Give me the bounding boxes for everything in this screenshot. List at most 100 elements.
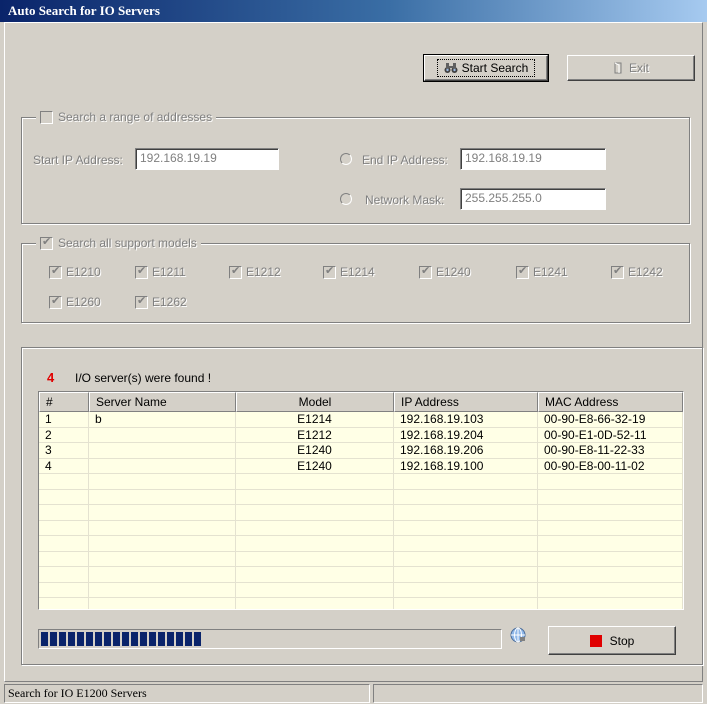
table-row[interactable]: 3 E1240 192.168.19.206 00-90-E8-11-22-33 [39,443,683,459]
model-label: E1262 [152,295,187,309]
model-label: E1260 [66,295,101,309]
status-pane-secondary [373,684,703,703]
stop-icon [589,634,602,647]
progress-block [77,632,84,646]
stop-label: Stop [609,633,635,648]
column-header-model[interactable]: Model [236,392,394,412]
model-checkbox-e1214[interactable]: E1214 [323,264,375,279]
table-row[interactable]: 4 E1240 192.168.19.100 00-90-E8-00-11-02 [39,458,683,474]
model-checkbox-e1241[interactable]: E1241 [516,264,568,279]
progress-block [95,632,102,646]
row-mac-address: 00-90-E8-66-32-19 [538,412,683,427]
table-row[interactable]: 2 E1212 192.168.19.204 00-90-E1-0D-52-11 [39,427,683,443]
checkbox-icon [419,264,432,279]
progress-block [194,632,201,646]
progress-block [68,632,75,646]
row-number: 4 [39,458,89,473]
start-search-button[interactable]: Start Search [423,54,549,82]
progress-block [104,632,111,646]
start-search-label: Start Search [461,61,529,75]
model-checkbox-e1260[interactable]: E1260 [49,294,101,309]
status-bar: Search for IO E1200 Servers [4,682,707,704]
empty-row [39,505,683,521]
row-number: 2 [39,427,89,442]
progress-block [140,632,147,646]
model-checkbox-e1211[interactable]: E1211 [135,264,186,279]
row-model: E1214 [236,412,394,427]
stop-button[interactable]: Stop [548,626,676,655]
results-table[interactable]: # Server Name Model IP Address MAC Addre… [38,391,684,610]
row-number: 3 [39,443,89,458]
exit-label: Exit [628,61,649,75]
progress-block [113,632,120,646]
empty-row [39,489,683,505]
end-ip-field[interactable]: 192.168.19.19 [460,148,606,170]
column-header-number[interactable]: # [39,392,89,412]
empty-row [39,520,683,536]
network-mask-radio[interactable] [340,193,352,205]
empty-row [39,582,683,598]
model-checkbox-e1212[interactable]: E1212 [229,264,281,279]
binoculars-icon [444,63,458,73]
table-row[interactable]: 1 b E1214 192.168.19.103 00-90-E8-66-32-… [39,412,683,428]
column-header-ip-address[interactable]: IP Address [394,392,538,412]
progress-block [149,632,156,646]
progress-block [167,632,174,646]
progress-block [50,632,57,646]
empty-row [39,536,683,552]
found-text: I/O server(s) were found ! [75,371,212,385]
model-checkbox-e1262[interactable]: E1262 [135,294,187,309]
progress-block [59,632,66,646]
checkbox-icon [135,294,148,309]
model-checkbox-e1242[interactable]: E1242 [611,264,663,279]
start-ip-label: Start IP Address: [33,153,123,167]
checkbox-icon [135,264,148,279]
column-header-mac-address[interactable]: MAC Address [538,392,683,412]
range-checkbox[interactable] [40,110,53,124]
exit-button[interactable]: Exit [567,55,695,81]
end-ip-radio[interactable] [340,153,352,165]
progress-block [122,632,129,646]
row-mac-address: 00-90-E8-11-22-33 [538,443,683,458]
progress-block [185,632,192,646]
status-text: Search for IO E1200 Servers [4,684,370,703]
model-label: E1214 [340,265,375,279]
empty-row [39,551,683,567]
found-count: 4 [47,370,55,385]
model-label: E1241 [533,265,568,279]
network-mask-field[interactable]: 255.255.255.0 [460,188,606,210]
checkbox-icon [516,264,529,279]
end-ip-label: End IP Address: [362,153,448,167]
model-label: E1240 [436,265,471,279]
row-server-name [89,427,236,442]
range-group-label: Search a range of addresses [58,110,213,124]
progress-block [41,632,48,646]
checkbox-icon [323,264,336,279]
network-mask-label: Network Mask: [365,193,445,207]
model-label: E1242 [628,265,663,279]
table-body: 1 b E1214 192.168.19.103 00-90-E8-66-32-… [39,412,683,609]
model-checkbox-e1210[interactable]: E1210 [49,264,101,279]
start-ip-field[interactable]: 192.168.19.19 [135,148,279,170]
row-mac-address: 00-90-E8-00-11-02 [538,458,683,473]
door-icon [614,62,622,74]
progress-block [131,632,138,646]
checkbox-icon [611,264,624,279]
row-model: E1240 [236,458,394,473]
progress-block [86,632,93,646]
row-number: 1 [39,412,89,427]
row-ip-address: 192.168.19.100 [394,458,538,473]
row-server-name: b [89,412,236,427]
column-header-server-name[interactable]: Server Name [89,392,236,412]
model-label: E1211 [152,265,186,279]
all-models-checkbox[interactable] [40,235,53,250]
model-label: E1212 [246,265,281,279]
row-model: E1212 [236,427,394,442]
row-server-name [89,443,236,458]
network-search-icon [510,627,526,643]
table-header: # Server Name Model IP Address MAC Addre… [39,392,683,412]
models-group-label: Search all support models [58,236,197,250]
model-checkbox-e1240[interactable]: E1240 [419,264,471,279]
empty-row [39,474,683,490]
checkbox-icon [49,294,62,309]
